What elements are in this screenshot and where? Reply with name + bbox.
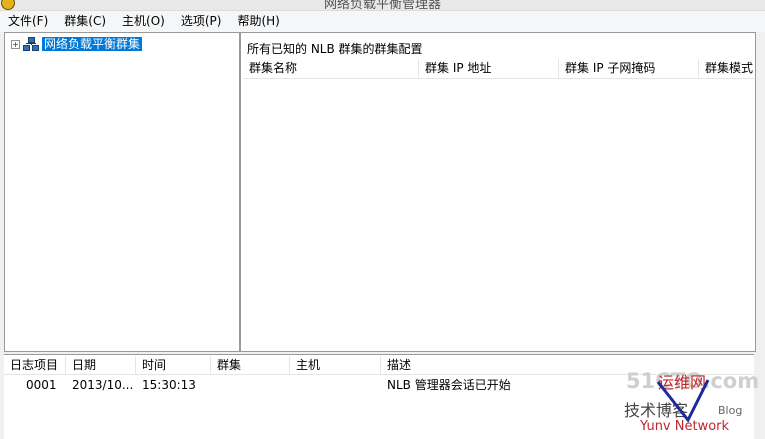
cluster-tree-pane: + 网络负载平衡群集 — [4, 32, 240, 352]
log-entry: 0001 — [26, 378, 57, 392]
watermark-tech-blog: 技术博客 — [624, 401, 688, 420]
menu-cluster[interactable]: 群集(C) — [56, 11, 114, 32]
log-col-time[interactable]: 时间 — [136, 356, 211, 374]
menu-help[interactable]: 帮助(H) — [229, 11, 287, 32]
menu-file[interactable]: 文件(F) — [0, 11, 56, 32]
log-col-entry[interactable]: 日志项目 — [4, 356, 66, 374]
log-col-cluster[interactable]: 群集 — [211, 356, 290, 374]
menu-options[interactable]: 选项(P) — [173, 11, 230, 32]
column-cluster-subnet[interactable]: 群集 IP 子网掩码 — [559, 59, 699, 78]
log-col-date[interactable]: 日期 — [66, 356, 136, 374]
title-bar: 网络负载平衡管理器 — ☐ ✕ — [0, 0, 765, 11]
expand-icon[interactable]: + — [11, 39, 20, 49]
log-col-host[interactable]: 主机 — [290, 356, 381, 374]
column-cluster-ip[interactable]: 群集 IP 地址 — [419, 59, 559, 78]
minimize-icon[interactable]: — — [673, 0, 699, 7]
log-host — [290, 376, 381, 394]
watermark-network: Yunv Network — [639, 419, 730, 434]
cluster-network-icon — [23, 37, 39, 51]
log-time: 15:30:13 — [142, 378, 196, 392]
log-row[interactable]: 0001 2013/10... 15:30:13 NLB 管理器会话已开始 — [4, 376, 681, 394]
watermark-logo: 51CTO.com 技术博客 Blog 运维网 Yunv Network — [624, 369, 759, 434]
menu-host[interactable]: 主机(O) — [114, 11, 173, 32]
detail-caption: 所有已知的 NLB 群集的群集配置 — [247, 42, 423, 56]
log-cluster — [211, 376, 290, 394]
menu-bar: 文件(F) 群集(C) 主机(O) 选项(P) 帮助(H) — [0, 11, 765, 32]
cluster-detail-pane: 所有已知的 NLB 群集的群集配置 群集名称 群集 IP 地址 群集 IP 子网… — [240, 32, 756, 352]
column-cluster-name[interactable]: 群集名称 — [243, 59, 419, 78]
tree-root-label[interactable]: 网络负载平衡群集 — [42, 37, 143, 51]
detail-column-header: 群集名称 群集 IP 地址 群集 IP 子网掩码 群集模式 — [243, 59, 755, 79]
log-date: 2013/10... — [72, 378, 134, 392]
window-title: 网络负载平衡管理器 — [323, 0, 441, 11]
window-controls: — ☐ ✕ — [673, 0, 759, 7]
watermark-blog: Blog — [718, 404, 742, 417]
column-cluster-mode[interactable]: 群集模式 — [699, 59, 755, 78]
maximize-icon[interactable]: ☐ — [703, 0, 729, 7]
tree-node-root[interactable]: + 网络负载平衡群集 — [11, 36, 143, 52]
close-icon[interactable]: ✕ — [733, 0, 759, 7]
